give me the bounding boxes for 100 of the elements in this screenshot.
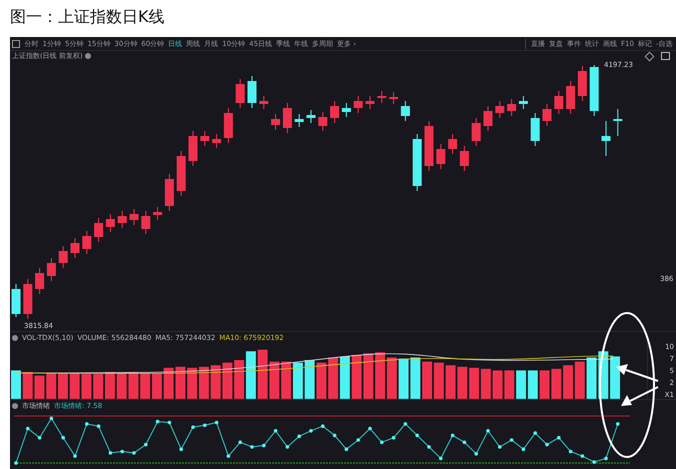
candlestick bbox=[578, 66, 587, 102]
data-point bbox=[26, 426, 30, 430]
volume-bar bbox=[363, 353, 374, 399]
data-point bbox=[85, 422, 89, 426]
data-point bbox=[557, 436, 561, 440]
volume-bar bbox=[516, 370, 526, 399]
data-point bbox=[522, 447, 526, 451]
volume-bar bbox=[540, 370, 550, 399]
volume-bar bbox=[551, 368, 562, 399]
volume-bar bbox=[11, 370, 21, 399]
volume-bar bbox=[81, 374, 92, 399]
window-icon[interactable] bbox=[661, 52, 670, 60]
candlestick bbox=[176, 150, 186, 196]
data-point bbox=[321, 424, 325, 428]
candlestick bbox=[613, 108, 622, 136]
candlestick bbox=[472, 118, 481, 146]
volume-bar bbox=[480, 368, 491, 399]
candlestick bbox=[118, 210, 127, 228]
figure-caption: 图一：上证指数日K线 bbox=[9, 6, 166, 28]
data-point bbox=[73, 454, 77, 458]
data-point bbox=[144, 442, 148, 446]
volume-bar bbox=[574, 362, 585, 399]
volume-bar bbox=[164, 368, 174, 399]
data-point bbox=[203, 423, 207, 428]
candlestick bbox=[248, 76, 256, 108]
volume-bar bbox=[187, 368, 198, 399]
candlestick bbox=[518, 96, 528, 110]
settings-icon[interactable] bbox=[12, 334, 18, 340]
data-point bbox=[332, 434, 336, 438]
candlestick bbox=[35, 268, 44, 294]
data-point bbox=[415, 434, 419, 438]
candlestick bbox=[590, 64, 599, 116]
candlestick bbox=[542, 104, 552, 126]
data-point bbox=[510, 438, 514, 442]
volume-bar bbox=[352, 354, 362, 399]
data-point bbox=[439, 456, 443, 460]
data-point bbox=[156, 420, 160, 424]
volume-bar bbox=[434, 362, 444, 399]
data-point bbox=[297, 434, 301, 438]
volume-bar bbox=[34, 376, 44, 399]
candlestick bbox=[495, 100, 504, 118]
candlestick bbox=[566, 80, 576, 114]
data-point bbox=[61, 436, 65, 440]
volume-bar bbox=[58, 373, 68, 399]
candlestick bbox=[507, 98, 516, 116]
data-point bbox=[50, 416, 54, 420]
candlestick bbox=[484, 106, 492, 132]
data-point bbox=[96, 424, 100, 428]
volume-bar bbox=[504, 370, 514, 399]
candlestick bbox=[94, 218, 104, 242]
data-point bbox=[286, 445, 290, 449]
candlestick bbox=[188, 130, 198, 166]
candlestick bbox=[271, 114, 280, 130]
settings-icon[interactable] bbox=[12, 402, 18, 408]
data-point bbox=[179, 447, 183, 451]
candlestick bbox=[602, 120, 610, 156]
volume-bar bbox=[563, 365, 574, 399]
data-point bbox=[474, 452, 478, 456]
candlestick bbox=[200, 130, 210, 146]
data-point bbox=[592, 460, 596, 464]
volume-bar bbox=[386, 357, 397, 399]
candlestick bbox=[282, 102, 292, 134]
candlestick bbox=[164, 174, 174, 212]
data-point bbox=[380, 440, 384, 444]
candlestick bbox=[342, 102, 351, 118]
data-point bbox=[616, 422, 620, 426]
data-point bbox=[580, 454, 584, 458]
candlestick bbox=[306, 110, 316, 124]
data-point bbox=[262, 444, 266, 448]
candlestick bbox=[294, 114, 304, 128]
volume-bar bbox=[246, 351, 256, 399]
volume-bar bbox=[234, 360, 244, 399]
candlestick bbox=[412, 134, 422, 192]
data-point bbox=[168, 420, 172, 424]
data-point bbox=[450, 434, 454, 438]
settings-icon[interactable] bbox=[84, 53, 91, 59]
data-point bbox=[604, 456, 608, 460]
volume-bar bbox=[422, 362, 432, 399]
volume-bar bbox=[104, 372, 115, 399]
data-point bbox=[462, 440, 466, 444]
data-point bbox=[274, 429, 278, 433]
candlestick bbox=[366, 96, 374, 110]
volume-bar bbox=[222, 362, 232, 399]
volume-bar bbox=[304, 360, 315, 399]
data-point bbox=[392, 436, 396, 440]
square-icon[interactable] bbox=[12, 40, 20, 48]
volume-bar bbox=[128, 372, 138, 399]
candlestick bbox=[330, 100, 340, 124]
data-point bbox=[309, 429, 313, 433]
candlestick bbox=[212, 134, 222, 148]
candlestick bbox=[530, 112, 540, 146]
volume-bar bbox=[70, 373, 80, 399]
volume-bar bbox=[198, 366, 209, 399]
data-point bbox=[427, 445, 431, 449]
candlestick bbox=[436, 144, 446, 170]
candlestick bbox=[354, 96, 363, 114]
candlestick bbox=[106, 214, 115, 232]
candlestick bbox=[153, 206, 162, 220]
candlestick bbox=[377, 90, 386, 104]
data-point bbox=[214, 420, 218, 424]
